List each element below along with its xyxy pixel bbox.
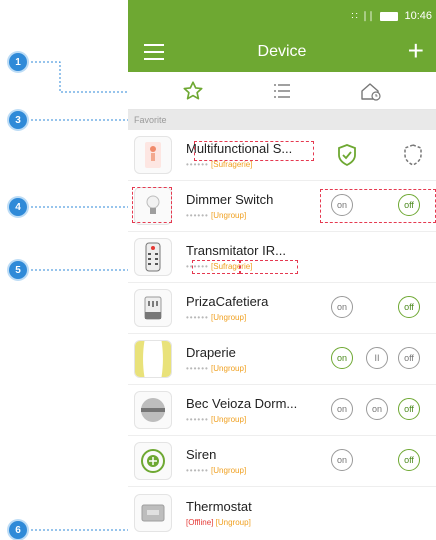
device-thumbnail bbox=[134, 442, 172, 480]
phone-screen: ∷ ∣∣ 10:46 Device + Favorite Multifuncti… bbox=[128, 0, 436, 540]
highlight-group bbox=[240, 260, 298, 274]
section-header-favorite: Favorite bbox=[128, 110, 436, 130]
home-clock-icon bbox=[361, 82, 381, 101]
device-id: •••••• bbox=[186, 160, 209, 169]
device-name: Transmitator IR... bbox=[186, 243, 286, 258]
on-button-1[interactable]: on bbox=[331, 398, 353, 420]
highlight-name bbox=[194, 141, 314, 161]
close-button[interactable]: off bbox=[398, 347, 420, 369]
open-button[interactable]: on bbox=[331, 347, 353, 369]
device-id: •••••• bbox=[186, 466, 209, 475]
device-name: Draperie bbox=[186, 345, 236, 360]
sensor-device-icon bbox=[145, 142, 161, 168]
device-group: [Ungroup] bbox=[211, 466, 247, 475]
on-button[interactable]: on bbox=[331, 449, 353, 471]
siren-icon bbox=[141, 449, 165, 473]
highlight-id bbox=[192, 260, 240, 274]
device-row[interactable]: Multifunctional S... •••••• [Sufragerie] bbox=[128, 130, 436, 181]
off-button[interactable]: off bbox=[398, 398, 420, 420]
device-id: •••••• bbox=[186, 313, 209, 322]
device-thumbnail bbox=[134, 238, 172, 276]
device-name: Dimmer Switch bbox=[186, 192, 274, 207]
status-bar: ∷ ∣∣ 10:46 bbox=[128, 0, 436, 32]
device-group: [Ungroup] bbox=[215, 517, 251, 527]
device-row[interactable]: Thermostat [Offline] [Ungroup] bbox=[128, 487, 436, 538]
off-button[interactable]: off bbox=[398, 296, 420, 318]
curtain-icon bbox=[135, 341, 171, 377]
device-row[interactable]: Bec Veioza Dorm... •••••• [Ungroup] on o… bbox=[128, 385, 436, 436]
off-button[interactable]: off bbox=[398, 449, 420, 471]
plus-icon[interactable]: + bbox=[408, 36, 424, 66]
on-button[interactable]: on bbox=[331, 296, 353, 318]
device-name: Siren bbox=[186, 447, 217, 462]
device-group: [Ungroup] bbox=[211, 211, 247, 220]
device-id: •••••• bbox=[186, 364, 209, 373]
app-bar: Device + bbox=[128, 32, 436, 72]
device-id: •••••• bbox=[186, 415, 209, 424]
device-thumbnail bbox=[134, 493, 172, 532]
tab-list[interactable] bbox=[267, 76, 297, 106]
device-group: [Ungroup] bbox=[211, 313, 247, 322]
callout-6: 6 bbox=[9, 521, 27, 539]
menu-icon[interactable] bbox=[144, 44, 164, 60]
tab-bar bbox=[128, 72, 436, 110]
signal-icon: ∷ ∣∣ bbox=[351, 10, 375, 22]
highlight-controls bbox=[320, 189, 436, 223]
plug-icon bbox=[144, 296, 162, 320]
device-name: PrizaCafetiera bbox=[186, 294, 269, 309]
device-thumbnail bbox=[134, 289, 172, 327]
offline-status: [Offline] bbox=[186, 517, 214, 527]
device-thumbnail bbox=[134, 340, 172, 378]
device-row[interactable]: Dimmer Switch •••••• [Ungroup] on off bbox=[128, 181, 436, 232]
callout-3: 3 bbox=[9, 111, 27, 129]
lamp-icon bbox=[141, 398, 165, 422]
device-row[interactable]: Draperie •••••• [Ungroup] on II off bbox=[128, 334, 436, 385]
device-thumbnail bbox=[134, 391, 172, 429]
device-row[interactable]: Transmitator IR... •••••• [Sufragerie] bbox=[128, 232, 436, 283]
list-icon bbox=[273, 83, 290, 98]
shield-check-icon[interactable] bbox=[336, 143, 358, 167]
device-name: Thermostat bbox=[186, 498, 252, 514]
thermostat-icon bbox=[141, 504, 165, 521]
highlight-thumbnail bbox=[132, 187, 172, 223]
pause-button[interactable]: II bbox=[366, 347, 388, 369]
clock: 10:46 bbox=[404, 10, 432, 22]
device-thumbnail bbox=[134, 136, 172, 174]
device-row[interactable]: Siren •••••• [Ungroup] on off bbox=[128, 436, 436, 487]
page-title: Device bbox=[257, 43, 307, 60]
device-name: Bec Veioza Dorm... bbox=[186, 396, 298, 411]
star-icon bbox=[183, 80, 203, 100]
on-button-2[interactable]: on bbox=[366, 398, 388, 420]
device-group: [Ungroup] bbox=[211, 364, 247, 373]
device-id: •••••• bbox=[186, 211, 209, 220]
shield-dashed-icon[interactable] bbox=[402, 143, 424, 167]
battery-icon bbox=[380, 11, 399, 21]
callout-5: 5 bbox=[9, 261, 27, 279]
tab-favorite[interactable] bbox=[178, 76, 208, 106]
remote-icon bbox=[145, 242, 161, 272]
device-group: [Sufragerie] bbox=[211, 160, 253, 169]
callout-4: 4 bbox=[9, 198, 27, 216]
callout-1: 1 bbox=[9, 53, 27, 71]
device-group: [Ungroup] bbox=[211, 415, 247, 424]
tab-home-timer[interactable] bbox=[356, 76, 386, 106]
device-row[interactable]: PrizaCafetiera •••••• [Ungroup] on off bbox=[128, 283, 436, 334]
